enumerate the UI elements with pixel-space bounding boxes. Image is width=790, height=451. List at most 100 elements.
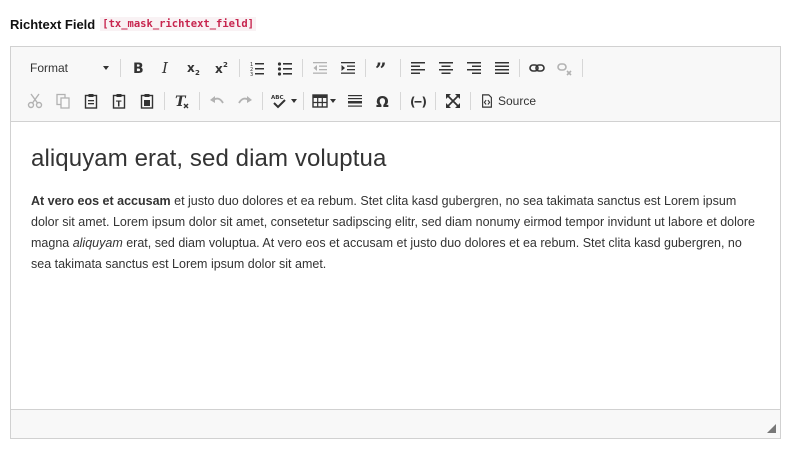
field-label: Richtext Field [tx_mask_richtext_field] — [10, 15, 256, 33]
align-left-icon — [411, 62, 425, 74]
align-right-icon — [467, 62, 481, 74]
copy-icon — [56, 93, 70, 109]
toolbar-separator — [199, 92, 200, 110]
chevron-down-icon — [291, 99, 297, 103]
chevron-down-icon — [103, 66, 109, 70]
toolbar-separator — [262, 92, 263, 110]
table-dropdown[interactable] — [307, 89, 341, 113]
numbered-list-icon: 123 — [250, 62, 264, 76]
svg-text:”: ” — [375, 60, 387, 76]
bold-text: At vero eos et accusam — [31, 194, 171, 208]
toolbar-separator — [582, 59, 583, 77]
spellcheck-icon: ABC — [271, 95, 286, 109]
italic-icon: I — [161, 60, 169, 76]
richtext-editor: Format B I x2 x2 123 ” T T ABC Ω (Sourc… — [10, 46, 781, 439]
chevron-down-icon — [330, 99, 336, 103]
field-title: Richtext Field — [10, 16, 96, 32]
toolbar-separator — [239, 59, 240, 77]
clipboard-icon — [84, 94, 98, 109]
editor-content[interactable]: aliquyam erat, sed diam voluptua At vero… — [11, 123, 780, 409]
horizontal-rule-button[interactable] — [341, 89, 369, 113]
quote-icon: ” — [375, 60, 387, 76]
paste-text-button[interactable]: T — [105, 89, 133, 113]
toolbar-separator — [519, 59, 520, 77]
subscript-button[interactable]: x2 — [180, 56, 208, 80]
toolbar-separator — [120, 59, 121, 77]
superscript-icon: x2 — [215, 61, 228, 76]
unlink-icon — [557, 63, 572, 76]
special-character-button[interactable]: Ω — [369, 89, 397, 113]
format-dropdown-label: Format — [30, 61, 69, 75]
indent-icon — [341, 62, 355, 74]
bulleted-list-icon — [277, 62, 292, 76]
bulleted-list-button[interactable] — [271, 56, 299, 80]
undo-button[interactable] — [203, 89, 231, 113]
svg-text:): ) — [422, 95, 427, 109]
spellcheck-dropdown[interactable]: ABC — [266, 89, 300, 113]
outdent-icon — [313, 62, 327, 74]
editor-statusbar — [11, 409, 780, 438]
unlink-button[interactable] — [551, 56, 579, 80]
toolbar-separator — [365, 59, 366, 77]
maximize-button[interactable] — [439, 89, 467, 113]
field-code: [tx_mask_richtext_field] — [100, 17, 256, 31]
toolbar-row-2: T T ABC Ω (Source — [11, 86, 542, 116]
resize-handle-icon[interactable] — [767, 424, 776, 433]
align-right-button[interactable] — [460, 56, 488, 80]
numbered-list-button[interactable]: 123 — [243, 56, 271, 80]
svg-text:B: B — [133, 61, 144, 76]
remove-format-icon: T — [175, 94, 189, 109]
paste-button[interactable] — [77, 89, 105, 113]
italic-text: aliquyam — [72, 236, 123, 250]
redo-button[interactable] — [231, 89, 259, 113]
increase-indent-button[interactable] — [334, 56, 362, 80]
svg-text:2: 2 — [195, 69, 200, 76]
bold-button[interactable]: B — [124, 56, 152, 80]
format-dropdown[interactable]: Format — [21, 56, 117, 80]
source-button-label: Source — [498, 94, 537, 108]
align-justify-button[interactable] — [488, 56, 516, 80]
editor-toolbar: Format B I x2 x2 123 ” T T ABC Ω (Sourc… — [11, 47, 780, 122]
bold-icon: B — [133, 61, 144, 76]
blockquote-button[interactable]: ” — [369, 56, 397, 80]
svg-text:3: 3 — [250, 72, 253, 76]
scissors-icon — [27, 93, 43, 109]
omega-icon: Ω — [376, 93, 389, 109]
paste-from-word-button[interactable] — [133, 89, 161, 113]
toolbar-separator — [164, 92, 165, 110]
link-button[interactable] — [523, 56, 551, 80]
align-justify-icon — [495, 62, 509, 74]
superscript-button[interactable]: x2 — [208, 56, 236, 80]
source-icon — [482, 94, 492, 108]
source-button[interactable]: Source — [474, 89, 542, 113]
align-center-icon — [439, 62, 453, 74]
paste-text-icon: T — [112, 94, 126, 109]
svg-text:Ω: Ω — [376, 93, 389, 109]
toolbar-separator — [303, 92, 304, 110]
svg-text:T: T — [116, 100, 122, 109]
remove-format-button[interactable]: T — [168, 89, 196, 113]
toolbar-separator — [470, 92, 471, 110]
maximize-icon — [446, 94, 460, 108]
svg-text:I: I — [161, 60, 169, 76]
soft-hyphen-button[interactable]: () — [404, 89, 432, 113]
table-icon — [312, 94, 328, 108]
paste-word-icon — [140, 94, 154, 109]
italic-button[interactable]: I — [152, 56, 180, 80]
toolbar-separator — [302, 59, 303, 77]
paragraph-text-2: erat, sed diam voluptua. At vero eos et … — [31, 236, 742, 271]
svg-text:2: 2 — [223, 61, 228, 69]
svg-text:x: x — [215, 62, 223, 76]
svg-text:x: x — [187, 61, 195, 75]
soft-hyphen-icon: () — [410, 95, 427, 109]
decrease-indent-button[interactable] — [306, 56, 334, 80]
copy-button[interactable] — [49, 89, 77, 113]
align-left-button[interactable] — [404, 56, 432, 80]
toolbar-separator — [435, 92, 436, 110]
subscript-icon: x2 — [187, 61, 200, 76]
toolbar-row-1: Format B I x2 x2 123 ” — [11, 53, 586, 83]
cut-button[interactable] — [21, 89, 49, 113]
link-icon — [529, 64, 545, 72]
redo-icon — [238, 96, 252, 104]
align-center-button[interactable] — [432, 56, 460, 80]
